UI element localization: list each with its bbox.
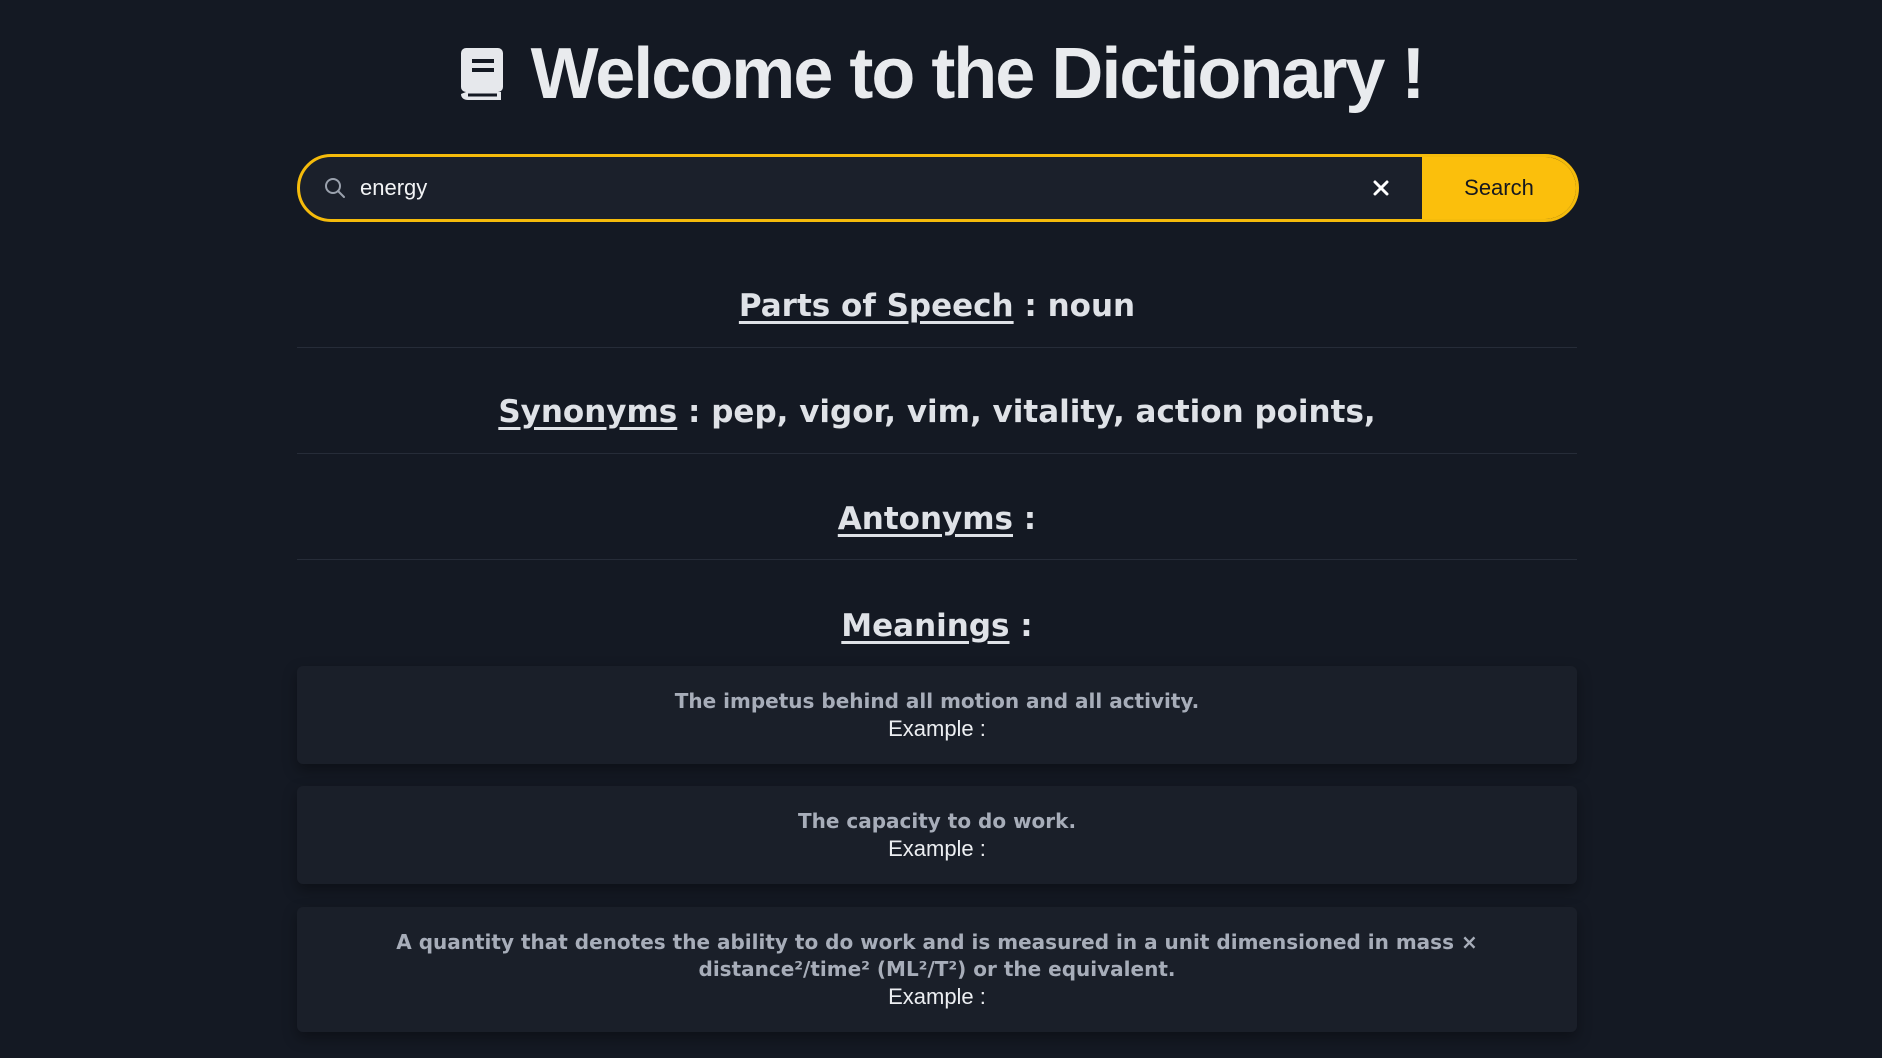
meanings-separator: : — [1009, 608, 1033, 644]
meaning-example: Example : — [888, 984, 986, 1009]
meaning-card: The capacity to do work. Example : — [297, 786, 1577, 884]
divider — [297, 453, 1577, 454]
meaning-definition: The capacity to do work. — [797, 809, 1077, 833]
antonyms-separator: : — [1013, 501, 1037, 537]
parts-of-speech-separator: : — [1013, 288, 1048, 324]
divider — [297, 347, 1577, 348]
antonyms-heading[interactable]: Antonyms — [838, 501, 1013, 537]
synonyms-value: pep, vigor, vim, vitality, action points… — [711, 394, 1376, 430]
dictionary-page: Welcome to the Dictionary ! Search Parts… — [0, 0, 1882, 1058]
synonyms-section: Synonyms : pep, vigor, vim, vitality, ac… — [297, 394, 1577, 430]
page-title: Welcome to the Dictionary ! — [530, 34, 1426, 114]
antonyms-section: Antonyms : — [297, 501, 1577, 537]
page-header: Welcome to the Dictionary ! — [0, 36, 1882, 112]
search-icon — [324, 177, 346, 199]
parts-of-speech-section: Parts of Speech : noun — [297, 288, 1577, 324]
meaning-card: The impetus behind all motion and all ac… — [297, 666, 1577, 764]
meaning-card: A quantity that denotes the ability to d… — [297, 907, 1577, 1032]
book-icon — [459, 46, 505, 102]
divider — [297, 559, 1577, 560]
search-bar: Search — [297, 154, 1579, 222]
synonyms-separator: : — [677, 394, 712, 430]
parts-of-speech-value: noun — [1047, 288, 1136, 324]
close-icon — [1373, 180, 1389, 196]
synonyms-heading[interactable]: Synonyms — [498, 394, 677, 430]
parts-of-speech-heading[interactable]: Parts of Speech — [739, 288, 1014, 324]
meaning-definition: A quantity that denotes the ability to d… — [396, 930, 1478, 981]
meaning-example: Example : — [888, 716, 986, 741]
meanings-section: Meanings : — [297, 608, 1577, 644]
search-input[interactable] — [346, 157, 1366, 219]
clear-search-button[interactable] — [1366, 173, 1396, 203]
meaning-definition: The impetus behind all motion and all ac… — [674, 689, 1200, 713]
meanings-heading[interactable]: Meanings — [841, 608, 1009, 644]
meaning-example: Example : — [888, 836, 986, 861]
search-button[interactable]: Search — [1422, 157, 1576, 219]
